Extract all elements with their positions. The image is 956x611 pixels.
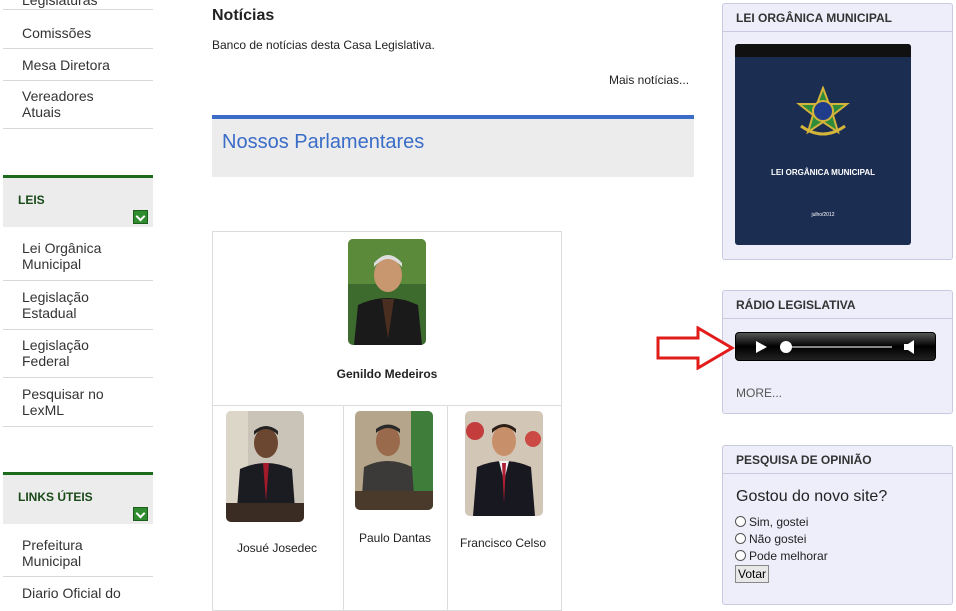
book-date: julho/2012 [811, 212, 835, 218]
sidebar-item-label: Mesa Diretora [22, 57, 110, 73]
sidebar-item-label: Legislação Federal [22, 337, 89, 369]
member-photo-paulo[interactable] [355, 411, 433, 510]
sidebar-item-pesquisar-lexml[interactable]: Pesquisar no LexML [3, 378, 153, 427]
book-top-band [735, 44, 911, 57]
panel-title: PESQUISA DE OPINIÃO [736, 453, 872, 467]
poll-option[interactable]: Não gostei [735, 532, 806, 546]
poll-question: Gostou do novo site? [736, 488, 888, 505]
panel-title: RÁDIO LEGISLATIVA [736, 298, 856, 312]
poll-option[interactable]: Sim, gostei [735, 515, 808, 529]
lei-organica-book-image[interactable]: LEI ORGÂNICA MUNICIPAL julho/2012 [735, 44, 911, 245]
seek-track[interactable] [792, 346, 892, 348]
sidebar-item-label: Comissões [22, 25, 92, 41]
divider [723, 318, 952, 319]
coat-of-arms-icon [796, 86, 850, 136]
radio-more-link[interactable]: MORE... [736, 386, 782, 400]
arrow-right-icon [656, 326, 735, 370]
sidebar-header-links-uteis[interactable]: LINKS ÚTEIS [3, 472, 153, 524]
member-photo-josue[interactable] [226, 411, 304, 522]
vote-button[interactable]: Votar [735, 565, 770, 583]
sidebar-item-prefeitura[interactable]: Prefeitura Municipal [3, 529, 153, 577]
divider [213, 405, 561, 406]
sidebar-item-lei-organica[interactable]: Lei Orgânica Municipal [3, 232, 153, 281]
member-name[interactable]: Francisco Celso [447, 536, 559, 550]
panel-radio-legislativa: RÁDIO LEGISLATIVA MORE... [722, 290, 953, 414]
radio-button[interactable] [735, 550, 746, 561]
sidebar-header-title: LINKS ÚTEIS [18, 490, 93, 504]
chevron-down-icon[interactable] [133, 507, 148, 521]
poll-option-label: Não gostei [749, 532, 807, 546]
chevron-down-icon[interactable] [133, 210, 148, 224]
parliament-header: Nossos Parlamentares [212, 115, 694, 177]
member-photo-francisco[interactable] [465, 411, 543, 516]
poll-option-label: Pode melhorar [749, 549, 828, 563]
book-title: LEI ORGÂNICA MUNICIPAL [771, 168, 875, 177]
poll-option[interactable]: Pode melhorar [735, 549, 828, 563]
seek-handle[interactable] [780, 341, 792, 353]
sidebar-item-label: Prefeitura Municipal [22, 537, 83, 569]
sidebar-item-legislaturas[interactable]: Legislaturas [3, 0, 153, 10]
sidebar-item-vereadores-atuais[interactable]: Vereadores Atuais [3, 81, 153, 129]
radio-button[interactable] [735, 516, 746, 527]
radio-button[interactable] [735, 533, 746, 544]
panel-lei-organica: LEI ORGÂNICA MUNICIPAL LEI ORGÂNICA MUNI… [722, 3, 953, 260]
sidebar-item-comissoes[interactable]: Comissões [3, 18, 153, 49]
sidebar-item-label: Legislaturas [22, 0, 98, 8]
news-title: Notícias [212, 7, 275, 24]
sidebar-header-leis[interactable]: LEIS [3, 175, 153, 227]
parliament-title: Nossos Parlamentares [222, 131, 425, 153]
member-name[interactable]: Josué Josedec [212, 541, 342, 555]
volume-icon[interactable] [904, 340, 916, 354]
poll-option-label: Sim, gostei [749, 515, 809, 529]
panel-title: LEI ORGÂNICA MUNICIPAL [736, 11, 892, 25]
divider [723, 473, 952, 474]
panel-pesquisa-opiniao: PESQUISA DE OPINIÃO Gostou do novo site?… [722, 445, 953, 605]
sidebar-item-legislacao-federal[interactable]: Legislação Federal [3, 330, 153, 378]
divider [723, 31, 952, 32]
sidebar-header-title: LEIS [18, 193, 45, 207]
sidebar-item-label: Lei Orgânica Municipal [22, 240, 102, 272]
sidebar-item-label: Legislação Estadual [22, 289, 89, 321]
member-name[interactable]: Genildo Medeiros [312, 367, 462, 381]
sidebar-item-legislacao-estadual[interactable]: Legislação Estadual [3, 281, 153, 330]
member-name[interactable]: Paulo Dantas [343, 531, 447, 545]
divider [447, 405, 448, 610]
sidebar-item-mesa-diretora[interactable]: Mesa Diretora [3, 49, 153, 81]
divider [343, 405, 344, 610]
sidebar-item-label: Vereadores Atuais [22, 88, 94, 120]
more-news-link[interactable]: Mais notícias... [609, 73, 689, 87]
sidebar-item-label: Pesquisar no LexML [22, 386, 104, 418]
sidebar-item-label: Diario Oficial do [22, 585, 121, 601]
sidebar-item-diario-oficial[interactable]: Diario Oficial do [3, 577, 153, 607]
audio-player[interactable] [735, 332, 936, 361]
member-photo-genildo[interactable] [348, 239, 426, 345]
news-description: Banco de notícias desta Casa Legislativa… [212, 38, 435, 52]
play-icon[interactable] [756, 341, 767, 353]
